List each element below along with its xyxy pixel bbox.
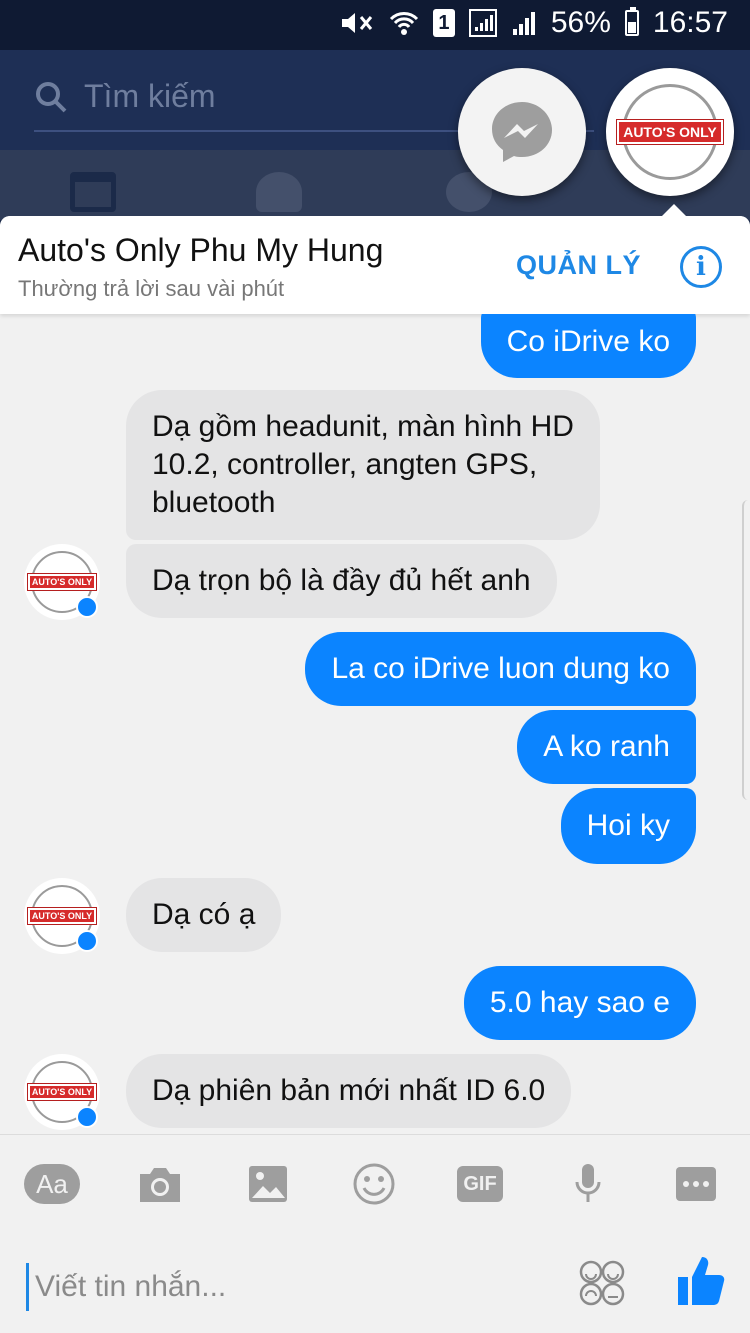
thumbs-up-icon[interactable] [676, 1253, 726, 1309]
signal-icon [511, 9, 537, 37]
text-format-icon[interactable]: Aa [24, 1161, 80, 1207]
more-icon[interactable] [668, 1161, 724, 1207]
response-time: Thường trả lời sau vài phút [18, 276, 285, 301]
incoming-message[interactable]: Dạ gồm headunit, màn hình HD 10.2, contr… [126, 390, 600, 540]
incoming-message[interactable]: Dạ trọn bộ là đầy đủ hết anh [126, 544, 557, 618]
gif-label: GIF [457, 1166, 503, 1202]
sender-avatar[interactable]: AUTO'S ONLY [24, 1054, 100, 1130]
image-icon[interactable] [240, 1161, 296, 1207]
mute-icon [339, 9, 375, 37]
outgoing-message[interactable]: 5.0 hay sao e [463, 966, 696, 1040]
composer: Aa GIF [0, 1134, 750, 1333]
messenger-badge-icon [76, 596, 98, 618]
signal-icon [468, 9, 497, 37]
outgoing-message[interactable]: A ko ranh [517, 710, 696, 784]
conversation-panel: Auto's Only Phu My Hung Thường trả lời s… [0, 216, 750, 1333]
messenger-chat-head[interactable] [458, 68, 586, 196]
sender-avatar[interactable]: AUTO'S ONLY [24, 878, 100, 954]
text-format-label: Aa [24, 1164, 80, 1204]
sender-avatar[interactable]: AUTO'S ONLY [24, 544, 100, 620]
background-search: Tìm kiếm [34, 78, 594, 132]
clock: 16:57 [652, 6, 728, 39]
outgoing-message[interactable]: Co iDrive ko [480, 314, 696, 378]
scroll-handle[interactable] [742, 500, 750, 800]
outgoing-message[interactable]: Hoi ky [560, 788, 696, 864]
message-line: bluetooth [152, 486, 276, 519]
gif-icon[interactable]: GIF [452, 1161, 508, 1207]
messenger-badge-icon [76, 1106, 98, 1128]
manage-button[interactable]: QUẢN LÝ [516, 250, 641, 281]
messenger-icon [492, 102, 552, 162]
status-bar: 1 56% 16:57 [0, 0, 750, 50]
camera-icon[interactable] [132, 1161, 188, 1207]
sim-icon: 1 [432, 9, 455, 37]
search-icon [36, 81, 67, 112]
incoming-message[interactable]: Dạ phiên bản mới nhất ID 6.0 [126, 1054, 572, 1128]
messenger-badge-icon [76, 930, 98, 952]
friends-icon [256, 172, 302, 212]
incoming-message[interactable]: Dạ có ạ [126, 878, 282, 952]
wifi-icon [389, 9, 419, 37]
emoji-icon[interactable] [346, 1161, 402, 1207]
search-placeholder: Tìm kiếm [84, 78, 216, 114]
conversation-header: Auto's Only Phu My Hung Thường trả lời s… [0, 216, 750, 314]
conversation-title[interactable]: Auto's Only Phu My Hung [18, 232, 383, 269]
message-list[interactable]: Co iDrive ko Dạ gồm headunit, màn hình H… [0, 314, 750, 1134]
autos-only-logo: AUTO'S ONLY [612, 74, 728, 190]
message-line: Dạ gồm headunit, màn hình HD [152, 410, 574, 443]
stickers-icon[interactable] [578, 1259, 626, 1307]
microphone-icon[interactable] [560, 1161, 616, 1207]
outgoing-message[interactable]: La co iDrive luon dung ko [305, 632, 696, 706]
battery-icon [624, 7, 639, 36]
info-icon[interactable]: i [680, 246, 722, 288]
battery-percent: 56% [550, 6, 611, 39]
message-line: 10.2, controller, angten GPS, [152, 448, 538, 481]
news-feed-icon [70, 172, 116, 212]
autos-only-chat-head[interactable]: AUTO'S ONLY [606, 68, 734, 196]
message-input[interactable] [26, 1263, 546, 1311]
